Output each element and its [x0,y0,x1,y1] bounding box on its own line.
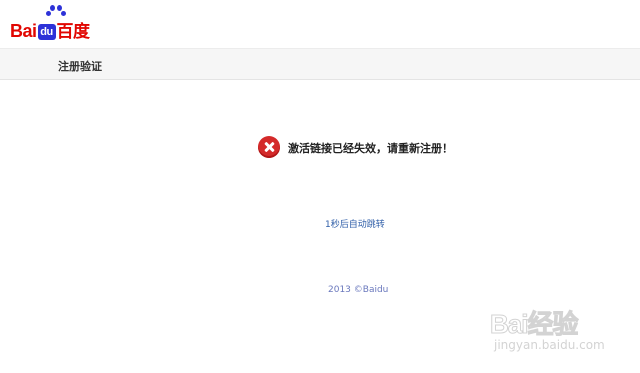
logo-bai: Bai [10,21,37,41]
watermark: Bai经验 jingyan.baidu.com [489,304,620,360]
watermark-url: jingyan.baidu.com [494,338,605,352]
baidu-logo[interactable]: Bai du 百度 [8,5,108,42]
logo-cn: 百度 [56,22,91,42]
subbar: 注册验证 [0,48,640,80]
watermark-brand: Bai经验 [489,309,578,340]
logo-du: du [37,24,56,40]
header: Bai du 百度 [0,0,640,47]
logo-text: Bai du 百度 [10,17,90,42]
page-title: 注册验证 [58,60,102,73]
error-message-text: 激活链接已经失效，请重新注册！ [288,142,453,155]
copyright-footer: 2013 ©Baidu [328,285,389,295]
error-x-icon [258,136,280,158]
redirect-link[interactable]: 1秒后自动跳转 [325,217,385,230]
